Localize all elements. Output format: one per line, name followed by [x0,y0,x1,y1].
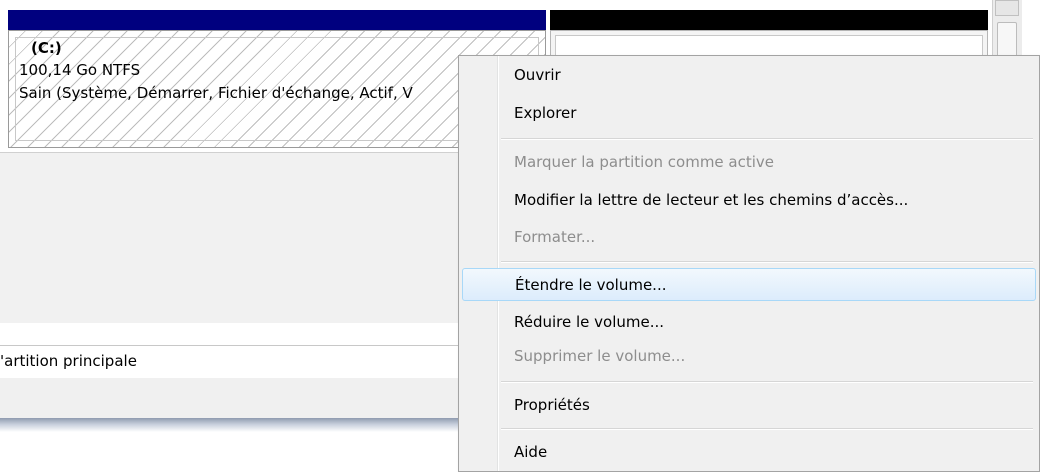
scroll-up-button[interactable] [995,0,1019,16]
menu-item-shrink-volume[interactable]: Réduire le volume... [462,306,1036,339]
menu-separator [501,381,1033,383]
menu-item-help[interactable]: Aide [462,436,1036,469]
menu-item-open[interactable]: Ouvrir [462,59,1036,92]
menu-item-label: Explorer [514,104,577,122]
menu-item-label: Aide [514,443,548,461]
volume-c-header-bar [8,10,546,30]
volume-c-status: Sain (Système, Démarrer, Fichier d'échan… [19,84,413,102]
context-menu: Ouvrir Explorer Marquer la partition com… [458,55,1040,472]
volume-c-drive-label: (C:) [31,39,62,57]
menu-item-change-drive-letter[interactable]: Modifier la lettre de lecteur et les che… [462,184,1036,217]
menu-item-label: Marquer la partition comme active [514,153,775,171]
legend-color-bar [0,418,500,432]
menu-item-label: Formater... [514,228,596,246]
menu-item-label: Réduire le volume... [514,313,665,331]
menu-item-label: Propriétés [514,396,590,414]
menu-item-label: Supprimer le volume... [514,347,686,365]
menu-separator [501,138,1033,140]
menu-item-label: Modifier la lettre de lecteur et les che… [514,191,909,209]
menu-item-delete-volume[interactable]: Supprimer le volume... [462,340,1036,373]
menu-separator [501,428,1033,430]
menu-item-label: Ouvrir [514,66,561,84]
menu-item-properties[interactable]: Propriétés [462,389,1036,422]
menu-item-format[interactable]: Formater... [462,221,1036,254]
menu-item-mark-active[interactable]: Marquer la partition comme active [462,146,1036,179]
menu-item-extend-volume[interactable]: Étendre le volume... [462,268,1036,301]
volume-c-size: 100,14 Go NTFS [19,61,141,79]
menu-item-label: Étendre le volume... [515,276,667,294]
unallocated-header-bar [550,10,988,30]
partition-type-label: 'artition principale [0,352,137,370]
menu-item-explore[interactable]: Explorer [462,97,1036,130]
menu-separator [501,261,1033,263]
